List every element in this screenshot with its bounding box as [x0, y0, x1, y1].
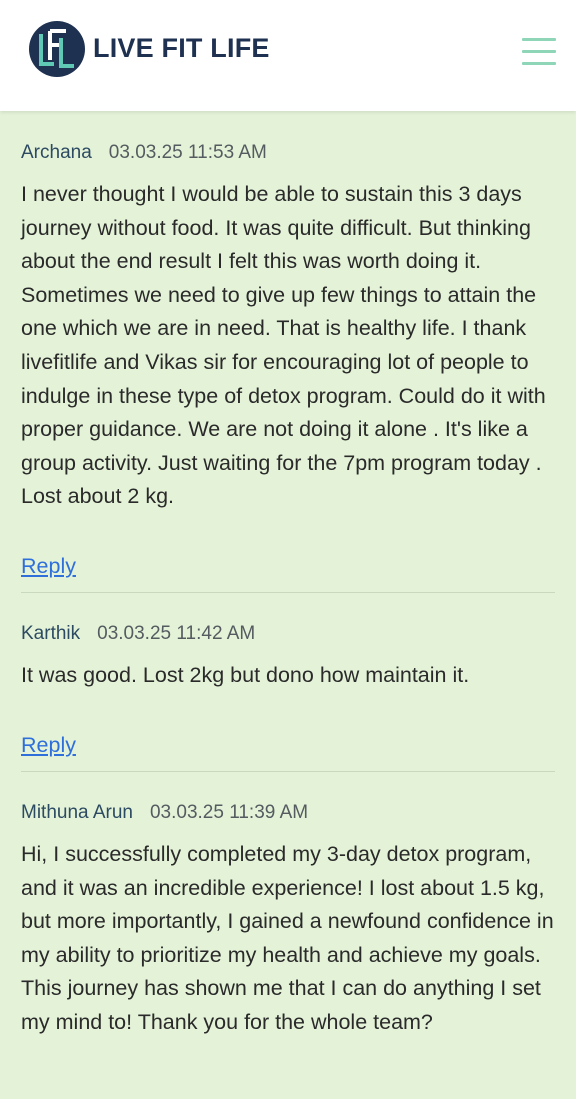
comments-list: Archana 03.03.25 11:53 AM I never thought… [0, 111, 576, 1099]
comment-divider [21, 771, 555, 772]
comment-meta: Mithuna Arun 03.03.25 11:39 AM [21, 802, 555, 824]
comment-author: Karthik [21, 623, 81, 644]
comment-text: Hi, I successfully completed my 3-day de… [21, 842, 554, 1034]
comment-item: Archana 03.03.25 11:53 AM I never thought… [21, 142, 555, 514]
comment-author: Archana [21, 142, 92, 163]
reply-link[interactable]: Reply [21, 554, 76, 579]
comment-author: Mithuna Arun [21, 802, 133, 823]
comment-date: 03.03.25 11:39 AM [149, 802, 309, 823]
comment-text: It was good. Lost 2kg but dono how maint… [21, 663, 470, 687]
comment-divider [21, 592, 555, 593]
comment-item: Karthik 03.03.25 11:42 AM It was good. Lo… [21, 623, 555, 693]
comment-meta: Archana 03.03.25 11:53 AM [21, 142, 555, 164]
live-fit-life-logo-icon[interactable] [28, 20, 86, 78]
reply-link[interactable]: Reply [21, 733, 76, 758]
comment-item: Mithuna Arun 03.03.25 11:39 AM Hi, I succ… [21, 802, 555, 1040]
comment-date: 03.03.25 11:53 AM [108, 142, 267, 163]
app-header: LIVE FIT LIFE [0, 0, 576, 111]
hamburger-menu-icon[interactable] [522, 36, 556, 66]
comment-date: 03.03.25 11:42 AM [97, 623, 256, 644]
brand-name[interactable]: LIVE FIT LIFE [93, 33, 270, 64]
comment-meta: Karthik 03.03.25 11:42 AM [21, 623, 555, 645]
comment-text: I never thought I would be able to susta… [21, 182, 546, 509]
